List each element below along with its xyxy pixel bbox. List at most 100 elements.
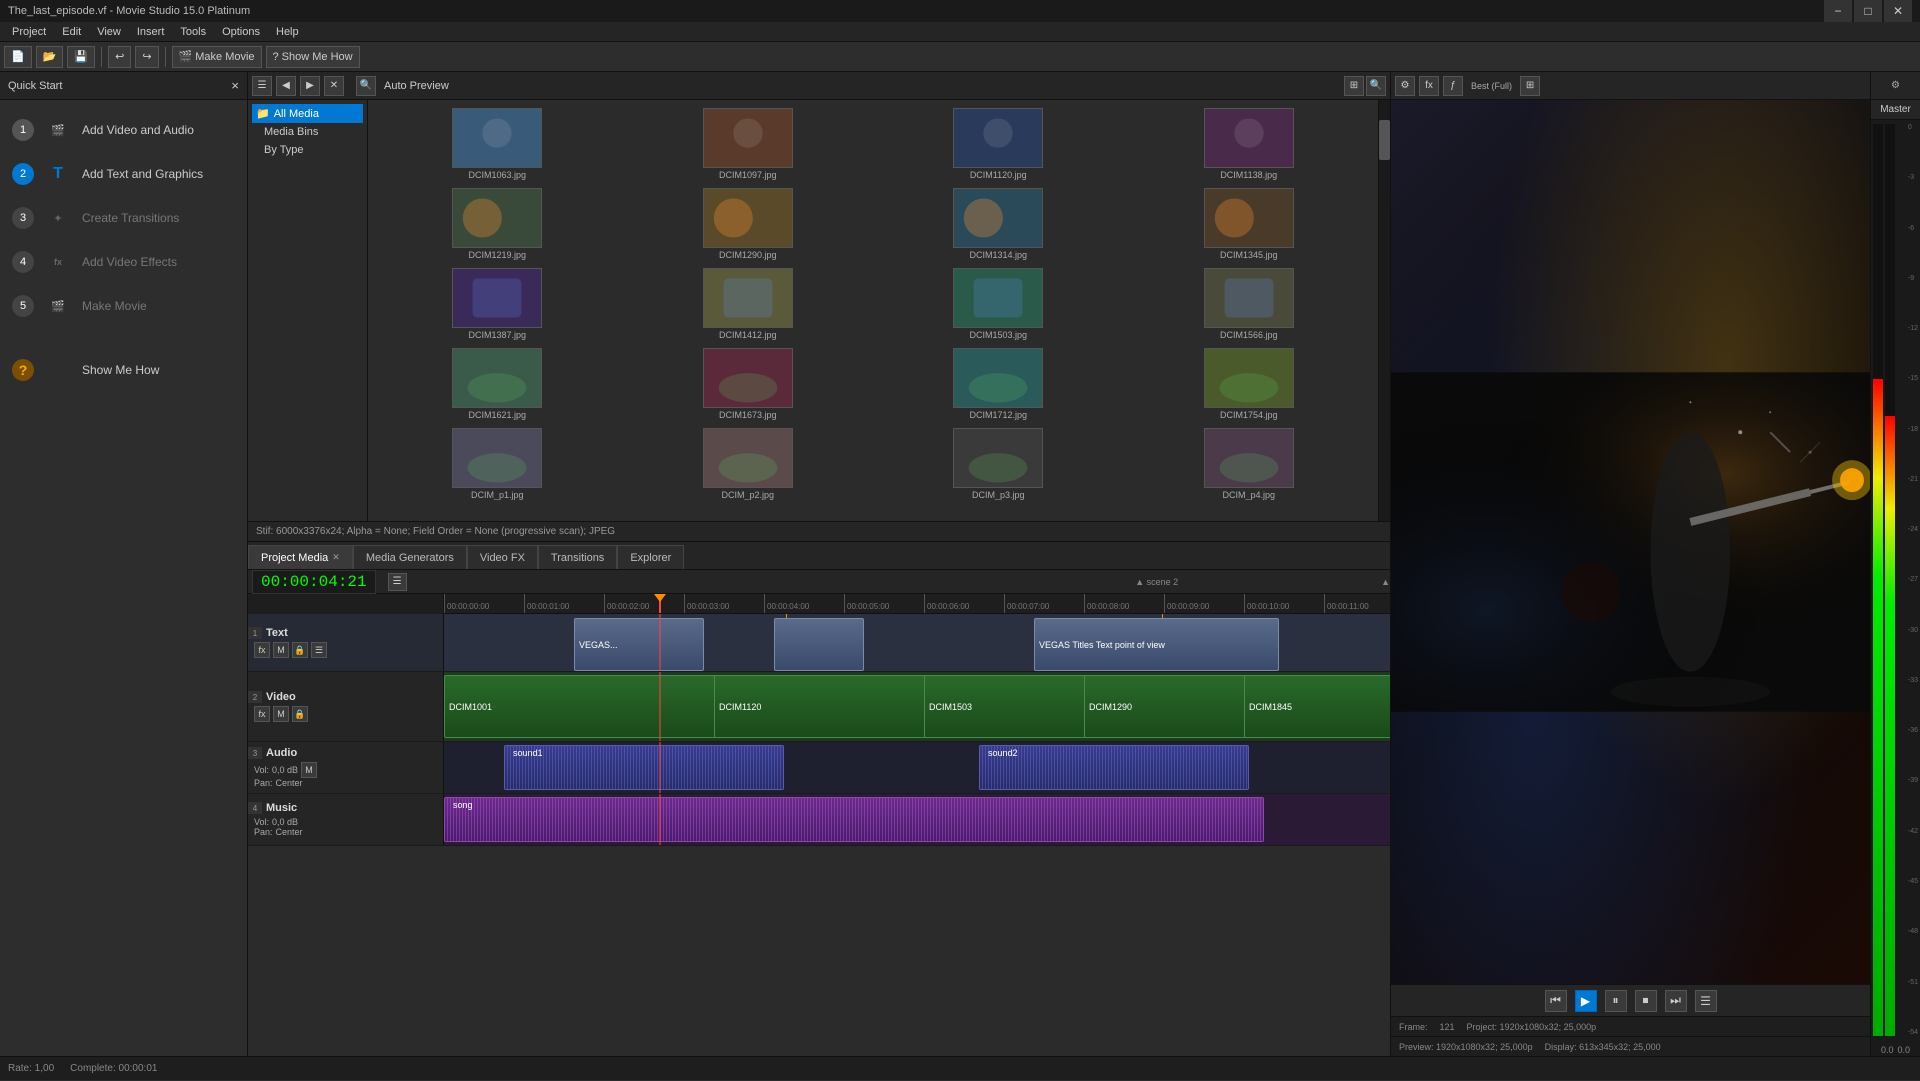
tab-explorer[interactable]: Explorer	[617, 545, 684, 569]
text-track-mute[interactable]: M	[273, 642, 289, 658]
text-clip-3[interactable]: VEGAS Titles Text point of view	[1034, 618, 1279, 671]
media-thumb-9[interactable]: DCIM1412.jpg	[627, 268, 870, 340]
audio-clip-2[interactable]: sound2	[979, 745, 1249, 790]
menu-insert[interactable]: Insert	[129, 24, 173, 40]
timeline-menu-btn[interactable]: ☰	[388, 573, 407, 591]
minimize-button[interactable]: −	[1824, 0, 1852, 22]
video-track-mute[interactable]: M	[273, 706, 289, 722]
media-thumb-6[interactable]: DCIM1314.jpg	[877, 188, 1120, 260]
menu-edit[interactable]: Edit	[54, 24, 89, 40]
media-thumb-1[interactable]: DCIM1097.jpg	[627, 108, 870, 180]
thumb-label-16: DCIM_p1.jpg	[452, 490, 542, 500]
menu-tools[interactable]: Tools	[172, 24, 214, 40]
media-thumb-8[interactable]: DCIM1387.jpg	[376, 268, 619, 340]
preview-loop-btn[interactable]: ☰	[1695, 990, 1717, 1012]
media-thumb-2[interactable]: DCIM1120.jpg	[877, 108, 1120, 180]
media-thumb-7[interactable]: DCIM1345.jpg	[1128, 188, 1371, 260]
audio-track-content[interactable]: sound1 sound2 sound1	[444, 742, 1390, 793]
preview-grid-btn[interactable]: ⊞	[1520, 76, 1540, 96]
qs-add-video-effects[interactable]: 4 fx Add Video Effects	[0, 240, 247, 284]
tree-by-type[interactable]: By Type	[252, 141, 363, 159]
media-zoom-in[interactable]: 🔍	[1366, 76, 1386, 96]
media-thumb-13[interactable]: DCIM1673.jpg	[627, 348, 870, 420]
media-back-btn[interactable]: ◀	[276, 76, 296, 96]
menu-view[interactable]: View	[89, 24, 129, 40]
media-menu-btn[interactable]: ☰	[252, 76, 272, 96]
text-track-content[interactable]: VEGAS... VEGAS Titles Text point of view…	[444, 614, 1390, 671]
preview-settings-btn[interactable]: ⚙	[1395, 76, 1415, 96]
qs-add-text-graphics[interactable]: 2 T Add Text and Graphics	[0, 152, 247, 196]
text-clip-1[interactable]: VEGAS...	[574, 618, 704, 671]
tab-close-icon[interactable]: ✕	[332, 552, 340, 563]
save-button[interactable]: 💾	[67, 46, 95, 68]
video-clip-5[interactable]: DCIM1845	[1244, 675, 1390, 738]
make-movie-button[interactable]: 🎬 Make Movie	[172, 46, 262, 68]
preview-formula-btn[interactable]: ƒ	[1443, 76, 1463, 96]
music-clip-1[interactable]: song	[444, 797, 1264, 842]
text-clip-2[interactable]	[774, 618, 864, 671]
media-thumb-18[interactable]: DCIM_p3.jpg	[877, 428, 1120, 500]
new-button[interactable]: 📄	[4, 46, 32, 68]
tree-media-bins[interactable]: Media Bins	[252, 123, 363, 141]
track-num-1: 1	[248, 627, 262, 639]
close-button[interactable]: ✕	[1884, 0, 1912, 22]
media-thumb-11[interactable]: DCIM1566.jpg	[1128, 268, 1371, 340]
text-track-menu[interactable]: ☰	[311, 642, 327, 658]
qs-make-movie[interactable]: 5 🎬 Make Movie	[0, 284, 247, 328]
menu-options[interactable]: Options	[214, 24, 268, 40]
media-thumb-16[interactable]: DCIM_p1.jpg	[376, 428, 619, 500]
scale-21: -21	[1908, 476, 1918, 483]
tab-media-generators[interactable]: Media Generators	[353, 545, 467, 569]
video-clip-1[interactable]: DCIM1001	[444, 675, 754, 738]
time-display: 00:00:04:21	[252, 570, 376, 594]
media-fwd-btn[interactable]: ▶	[300, 76, 320, 96]
menu-help[interactable]: Help	[268, 24, 307, 40]
media-thumb-14[interactable]: DCIM1712.jpg	[877, 348, 1120, 420]
video-track-content[interactable]: DCIM1001 DCIM1120 DCIM1503 DCIM1290 DCIM	[444, 672, 1390, 741]
timeline-scroll-area[interactable]: 1 Text fx M 🔒 ☰	[248, 614, 1390, 1056]
qs-create-transitions[interactable]: 3 ✦ Create Transitions	[0, 196, 247, 240]
text-track-fx[interactable]: fx	[254, 642, 270, 658]
quick-start-close[interactable]: ×	[231, 78, 239, 93]
preview-prev-frame-btn[interactable]: ⏮	[1545, 990, 1567, 1012]
preview-fx-btn[interactable]: fx	[1419, 76, 1439, 96]
qs-add-video-audio[interactable]: 1 🎬 Add Video and Audio	[0, 108, 247, 152]
preview-next-frame-btn[interactable]: ⏭	[1665, 990, 1687, 1012]
audio-clip-1[interactable]: sound1	[504, 745, 784, 790]
qs-show-me-how[interactable]: ? Show Me How	[0, 348, 247, 392]
playhead-ruler	[659, 594, 661, 613]
video-clip-4[interactable]: DCIM1290	[1084, 675, 1264, 738]
video-track-lock[interactable]: 🔒	[292, 706, 308, 722]
redo-button[interactable]: ↪	[135, 46, 158, 68]
media-thumb-4[interactable]: DCIM1219.jpg	[376, 188, 619, 260]
media-thumb-15[interactable]: DCIM1754.jpg	[1128, 348, 1371, 420]
music-track-content[interactable]: song song	[444, 794, 1390, 845]
media-thumb-10[interactable]: DCIM1503.jpg	[877, 268, 1120, 340]
media-search-btn[interactable]: 🔍	[356, 76, 376, 96]
preview-panel: ⚙ fx ƒ Best (Full) ⊞	[1390, 72, 1870, 1080]
media-thumb-3[interactable]: DCIM1138.jpg	[1128, 108, 1371, 180]
media-thumb-12[interactable]: DCIM1621.jpg	[376, 348, 619, 420]
preview-stop-btn[interactable]: ⏹	[1635, 990, 1657, 1012]
tab-project-media[interactable]: Project Media ✕	[248, 545, 353, 569]
media-view-grid[interactable]: ⊞	[1344, 76, 1364, 96]
undo-button[interactable]: ↩	[108, 46, 131, 68]
media-thumb-17[interactable]: DCIM_p2.jpg	[627, 428, 870, 500]
tab-transitions[interactable]: Transitions	[538, 545, 617, 569]
video-track-fx[interactable]: fx	[254, 706, 270, 722]
media-close-btn[interactable]: ✕	[324, 76, 344, 96]
media-thumb-5[interactable]: DCIM1290.jpg	[627, 188, 870, 260]
tree-all-media[interactable]: 📁 All Media	[252, 104, 363, 123]
preview-play-btn[interactable]: ▶	[1575, 990, 1597, 1012]
maximize-button[interactable]: □	[1854, 0, 1882, 22]
preview-info: Frame: 121 Project: 1920x1080x32; 25,000…	[1391, 1016, 1870, 1036]
open-button[interactable]: 📂	[36, 46, 64, 68]
media-thumb-0[interactable]: DCIM1063.jpg	[376, 108, 619, 180]
show-me-how-button[interactable]: ? Show Me How	[266, 46, 360, 68]
preview-pause-btn[interactable]: ⏸	[1605, 990, 1627, 1012]
menu-project[interactable]: Project	[4, 24, 54, 40]
tab-video-fx[interactable]: Video FX	[467, 545, 538, 569]
text-track-lock[interactable]: 🔒	[292, 642, 308, 658]
media-thumb-19[interactable]: DCIM_p4.jpg	[1128, 428, 1371, 500]
audio-track-mute[interactable]: M	[301, 762, 317, 778]
